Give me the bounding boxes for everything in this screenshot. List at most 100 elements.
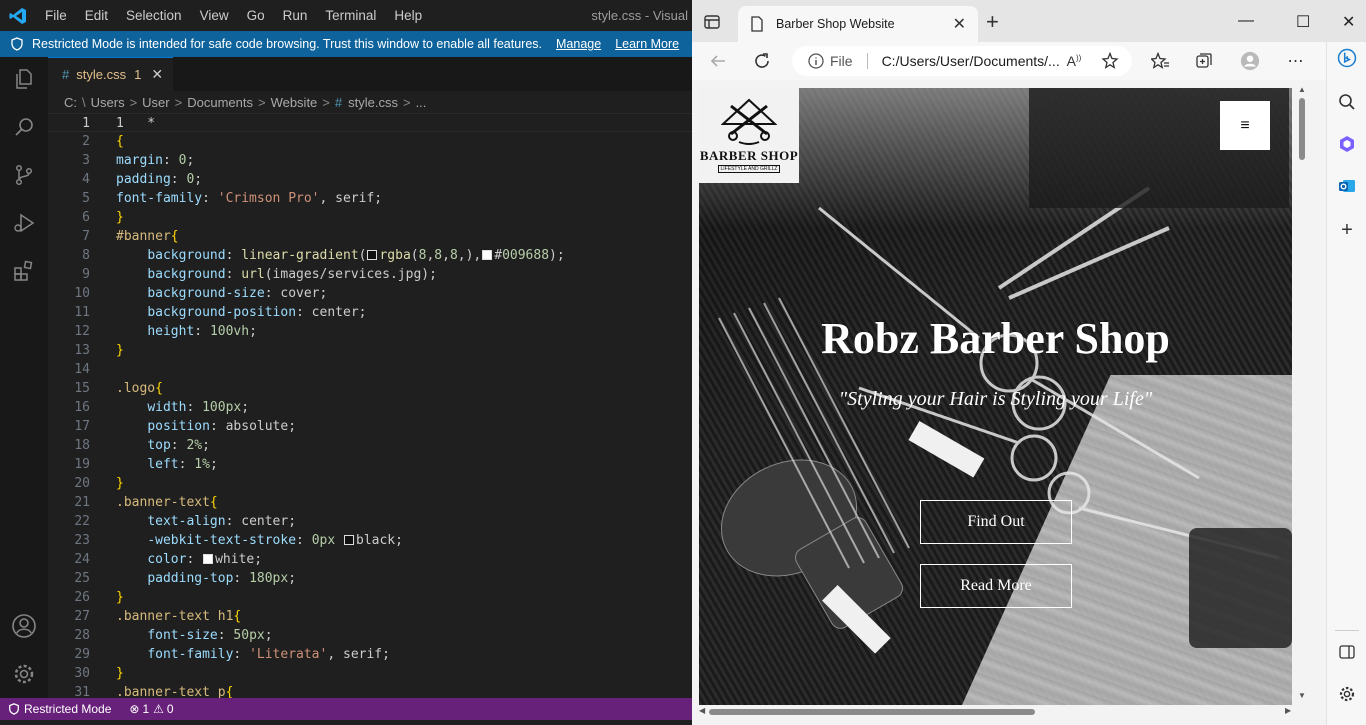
crumb-file[interactable]: style.css	[348, 95, 398, 110]
favorites-icon[interactable]	[1150, 51, 1170, 71]
find-out-button[interactable]: Find Out	[920, 500, 1072, 544]
settings-gear-icon[interactable]	[1337, 684, 1357, 704]
maximize-icon[interactable]: ☐	[1296, 12, 1310, 32]
code-line[interactable]: 3 margin: 0;	[48, 151, 692, 170]
line-number: 11	[74, 305, 90, 320]
crumb-documents[interactable]: Documents	[187, 95, 253, 110]
settings-gear-icon[interactable]	[10, 660, 38, 688]
code-line[interactable]: 8 background: linear-gradient(rgba(8,8,8…	[48, 246, 692, 265]
tab-actions-icon[interactable]	[704, 14, 720, 33]
code-line[interactable]: 25 padding-top: 180px;	[48, 569, 692, 588]
code-line[interactable]: 20}	[48, 474, 692, 493]
code-line[interactable]: 11 background-position: center;	[48, 303, 692, 322]
add-favorite-icon[interactable]	[1100, 51, 1120, 71]
close-tab-icon[interactable]: ✕	[953, 14, 966, 34]
run-debug-icon[interactable]	[10, 209, 38, 237]
info-icon[interactable]	[808, 53, 824, 69]
tab-style-css[interactable]: # style.css 1 ✕	[48, 57, 174, 91]
code-line[interactable]: 6}	[48, 208, 692, 227]
menu-run[interactable]: Run	[274, 0, 317, 31]
explorer-icon[interactable]	[10, 65, 38, 93]
office-icon[interactable]	[1337, 134, 1357, 154]
code-line[interactable]: 15 .logo{	[48, 379, 692, 398]
back-icon[interactable]	[708, 51, 728, 71]
menu-go[interactable]: Go	[238, 0, 274, 31]
restricted-mode-status[interactable]: Restricted Mode	[0, 698, 120, 720]
search-icon[interactable]	[1337, 92, 1357, 112]
menu-selection[interactable]: Selection	[117, 0, 191, 31]
warning-count: 0	[166, 702, 174, 716]
crumb-users[interactable]: Users	[91, 95, 125, 110]
code-line[interactable]: 28 font-size: 50px;	[48, 626, 692, 645]
code-line[interactable]: 2{	[48, 132, 692, 151]
crumb-symbol[interactable]: ...	[416, 95, 427, 110]
code-line[interactable]: 23 -webkit-text-stroke: 0px black;	[48, 531, 692, 550]
learn-more-link[interactable]: Learn More	[615, 37, 679, 51]
code-line[interactable]: 27 .banner-text h1{	[48, 607, 692, 626]
code-line[interactable]: 14	[48, 360, 692, 379]
code-line[interactable]: 9 background: url(images/services.jpg);	[48, 265, 692, 284]
code-line[interactable]: 26}	[48, 588, 692, 607]
source-control-icon[interactable]	[10, 161, 38, 189]
manage-link[interactable]: Manage	[556, 37, 601, 51]
line-text: 1 *	[116, 116, 156, 131]
menu-file[interactable]: File	[36, 0, 76, 31]
line-number: 29	[74, 647, 90, 662]
code-line[interactable]: 21 .banner-text{	[48, 493, 692, 512]
code-line[interactable]: 22 text-align: center;	[48, 512, 692, 531]
split-screen-icon[interactable]	[1337, 642, 1357, 662]
code-line[interactable]: 30}	[48, 664, 692, 683]
refresh-icon[interactable]	[752, 51, 772, 71]
search-icon[interactable]	[10, 113, 38, 141]
collections-icon[interactable]	[1194, 51, 1214, 71]
line-number: 2	[82, 134, 90, 149]
code-line[interactable]: 12 height: 100vh;	[48, 322, 692, 341]
menu-help[interactable]: Help	[385, 0, 431, 31]
code-editor[interactable]: 1 1 * 2{3 margin: 0; 4 padding: 0; 5 font-famil…	[48, 113, 692, 698]
vscode-logo-icon[interactable]	[0, 0, 36, 31]
minimize-icon[interactable]: —	[1238, 12, 1254, 30]
site-logo[interactable]: BARBER SHOP LIFESTYLE AND GRILLZ	[699, 88, 799, 183]
code-line[interactable]: 13}	[48, 341, 692, 360]
code-line[interactable]: 18 top: 2%;	[48, 436, 692, 455]
browser-tab[interactable]: Barber Shop Website ✕	[738, 6, 978, 42]
add-sidebar-icon[interactable]: +	[1337, 220, 1357, 240]
hamburger-menu-icon[interactable]: ≡	[1220, 101, 1270, 150]
menu-edit[interactable]: Edit	[76, 0, 117, 31]
menu-view[interactable]: View	[191, 0, 238, 31]
accounts-icon[interactable]	[10, 612, 38, 640]
code-line[interactable]: 10 background-size: cover;	[48, 284, 692, 303]
code-line[interactable]: 24 color: white;	[48, 550, 692, 569]
code-line[interactable]: 29 font-family: 'Literata', serif;	[48, 645, 692, 664]
code-line[interactable]: 1 1 *	[48, 113, 692, 132]
new-tab-icon[interactable]: +	[986, 11, 999, 33]
line-text: margin: 0;	[116, 153, 195, 168]
line-number: 9	[82, 267, 90, 282]
close-icon[interactable]: ✕	[151, 66, 163, 83]
code-line[interactable]: 31 .banner-text p{	[48, 683, 692, 698]
outlook-icon[interactable]	[1337, 176, 1357, 196]
problems-status[interactable]: ⊗ 1 ⚠ 0	[129, 702, 173, 716]
read-more-button[interactable]: Read More	[920, 564, 1072, 608]
code-line[interactable]: 5 font-family: 'Crimson Pro', serif;	[48, 189, 692, 208]
code-line[interactable]: 7 #banner{	[48, 227, 692, 246]
vertical-scrollbar[interactable]: ▲ ▼	[1295, 85, 1309, 705]
code-line[interactable]: 16 width: 100px;	[48, 398, 692, 417]
menu-terminal[interactable]: Terminal	[316, 0, 385, 31]
crumb-website[interactable]: Website	[271, 95, 318, 110]
crumb-drive[interactable]: C:	[64, 95, 77, 110]
bing-copilot-icon[interactable]	[1337, 48, 1357, 68]
crumb-user[interactable]: User	[142, 95, 169, 110]
profile-avatar[interactable]	[1240, 51, 1260, 71]
close-window-icon[interactable]: ✕	[1342, 12, 1355, 32]
line-number: 1	[82, 116, 90, 131]
more-icon[interactable]: ⋯	[1286, 51, 1306, 71]
code-line[interactable]: 4 padding: 0;	[48, 170, 692, 189]
code-line[interactable]: 17 position: absolute;	[48, 417, 692, 436]
extensions-icon[interactable]	[10, 257, 38, 285]
read-aloud-icon[interactable]: A))	[1064, 51, 1084, 71]
code-line[interactable]: 19 left: 1%;	[48, 455, 692, 474]
horizontal-scrollbar[interactable]: ◀ ▶	[699, 705, 1295, 719]
line-text: .banner-text p{	[116, 685, 234, 698]
address-scheme: File	[830, 53, 853, 69]
